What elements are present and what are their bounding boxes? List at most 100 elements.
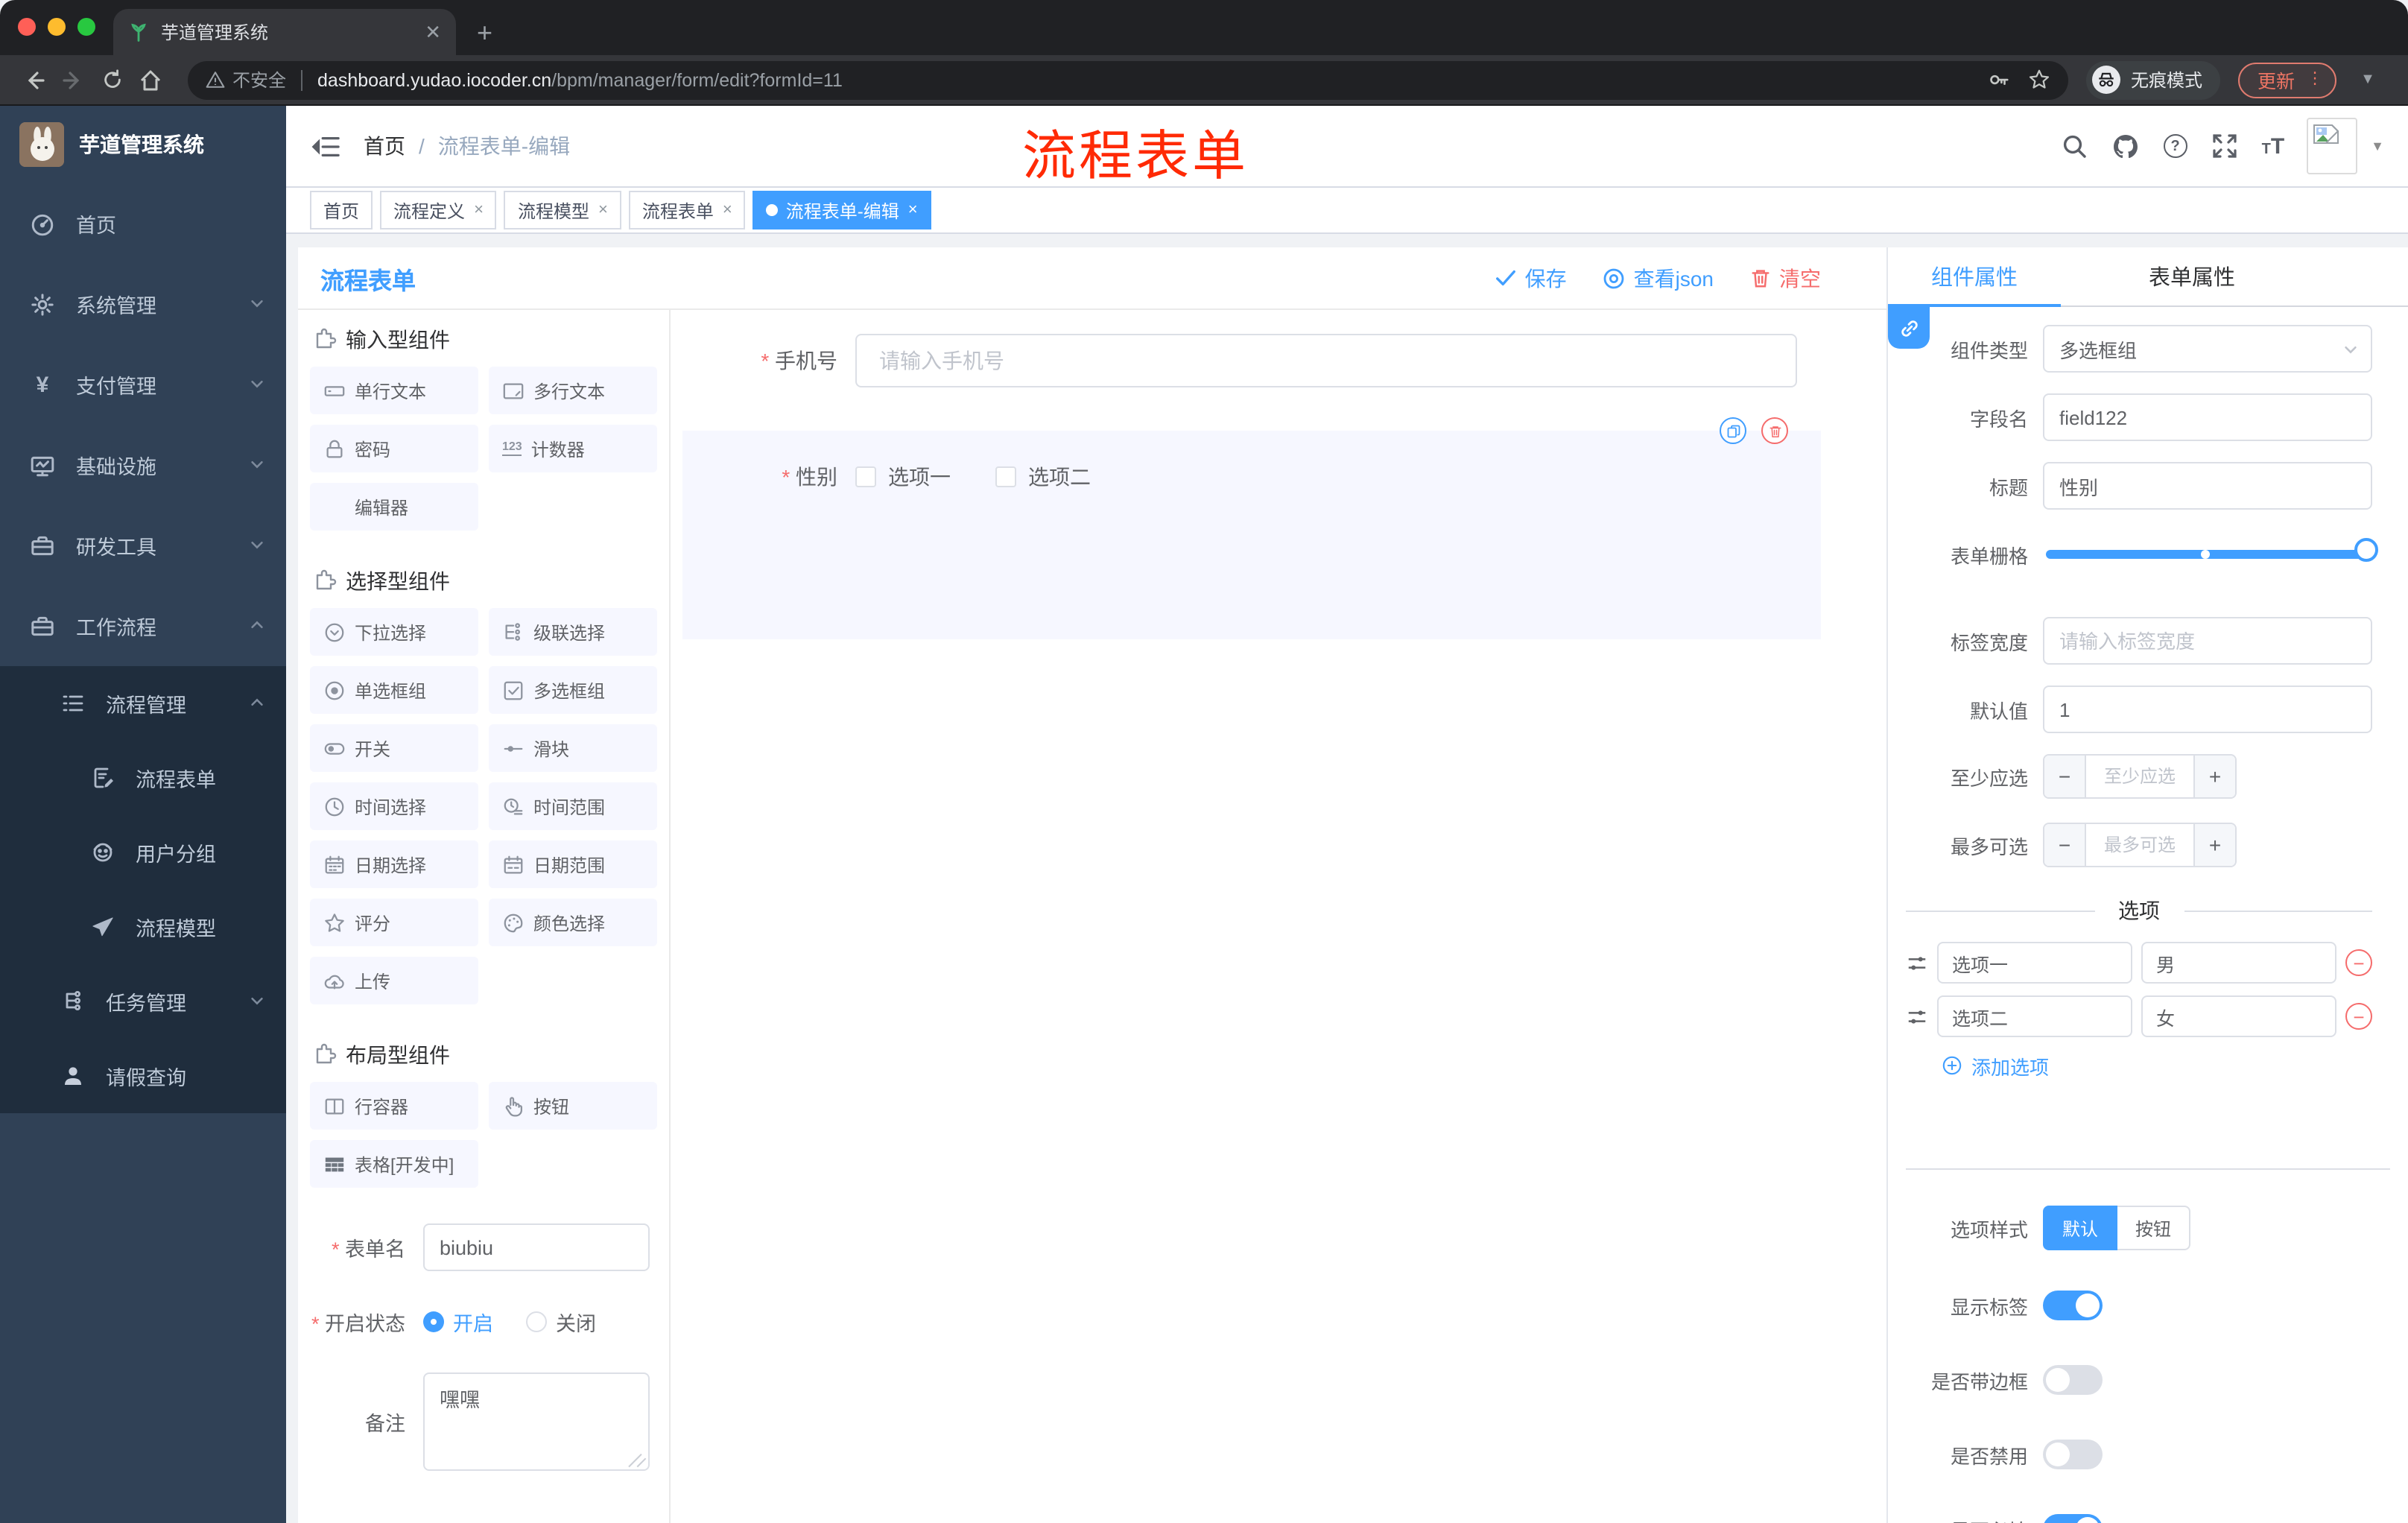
delete-component-button[interactable] xyxy=(1761,417,1788,444)
option-value-input[interactable] xyxy=(2141,995,2336,1037)
min-select-input[interactable] xyxy=(2086,756,2193,797)
border-toggle[interactable] xyxy=(2043,1365,2103,1395)
fullscreen-icon[interactable] xyxy=(2210,131,2240,161)
gender-option-1[interactable]: 选项一 xyxy=(855,462,951,492)
palette-item-editor[interactable]: 编辑器 xyxy=(310,483,478,531)
palette-item-radio-group[interactable]: 单选框组 xyxy=(310,666,478,714)
address-bar[interactable]: 不安全 dashboard.yudao.iocoder.cn/bpm/manag… xyxy=(188,60,2068,99)
palette-item-cascader[interactable]: 级联选择 xyxy=(489,608,657,656)
browser-menu-icon[interactable]: ⋮ xyxy=(2307,71,2323,88)
sidebar-item-system[interactable]: 系统管理 xyxy=(0,264,286,344)
remark-input[interactable]: 嘿嘿 xyxy=(423,1372,650,1471)
increase-button[interactable]: + xyxy=(2193,824,2235,866)
checkbox-icon[interactable] xyxy=(995,466,1016,487)
panel-link-handle[interactable] xyxy=(1888,307,1930,349)
phone-field-input[interactable] xyxy=(855,334,1797,387)
back-button[interactable] xyxy=(15,60,54,99)
phone-field-row[interactable]: 手机号 xyxy=(682,334,1797,387)
hamburger-icon[interactable] xyxy=(310,131,340,161)
window-zoom-button[interactable] xyxy=(77,18,95,36)
option-name-input[interactable] xyxy=(1937,995,2132,1037)
sidebar-item-task-mgmt[interactable]: 任务管理 xyxy=(0,964,286,1039)
forward-button[interactable] xyxy=(54,60,92,99)
label-width-input[interactable] xyxy=(2043,617,2372,665)
tab-form-props[interactable]: 表单属性 xyxy=(2061,247,2323,305)
palette-item-color-picker[interactable]: 颜色选择 xyxy=(489,899,657,946)
github-icon[interactable] xyxy=(2111,131,2141,161)
palette-item-date-picker[interactable]: 日期选择 xyxy=(310,840,478,888)
help-icon[interactable]: ? xyxy=(2163,134,2187,158)
password-key-icon[interactable] xyxy=(1988,69,2010,91)
tag-process-model[interactable]: 流程模型 × xyxy=(504,191,621,229)
gender-option-2[interactable]: 选项二 xyxy=(995,462,1091,492)
max-select-input[interactable] xyxy=(2086,824,2193,866)
breadcrumb-home[interactable]: 首页 xyxy=(364,131,405,161)
palette-item-rate[interactable]: 评分 xyxy=(310,899,478,946)
palette-item-counter[interactable]: 123 计数器 xyxy=(489,425,657,472)
avatar[interactable] xyxy=(2307,118,2358,174)
toolbar-caret-icon[interactable]: ▼ xyxy=(2360,72,2375,88)
tag-close-icon[interactable]: × xyxy=(723,201,732,219)
max-select-stepper[interactable]: − + xyxy=(2043,823,2237,867)
remove-option-button[interactable]: − xyxy=(2345,1003,2372,1030)
resize-handle[interactable] xyxy=(629,1450,647,1468)
tag-close-icon[interactable]: × xyxy=(598,201,608,219)
slider-handle[interactable] xyxy=(2354,538,2378,562)
min-select-stepper[interactable]: − + xyxy=(2043,754,2237,799)
palette-item-single-text[interactable]: 单行文本 xyxy=(310,367,478,414)
palette-item-select[interactable]: 下拉选择 xyxy=(310,608,478,656)
new-tab-button[interactable]: + xyxy=(477,19,492,46)
style-default-button[interactable]: 默认 xyxy=(2043,1206,2118,1250)
increase-button[interactable]: + xyxy=(2193,756,2235,797)
disabled-toggle[interactable] xyxy=(2043,1440,2103,1469)
tag-close-icon[interactable]: × xyxy=(908,201,918,219)
palette-item-password[interactable]: 密码 xyxy=(310,425,478,472)
option-value-input[interactable] xyxy=(2141,942,2336,984)
decrease-button[interactable]: − xyxy=(2044,824,2086,866)
sidebar-item-user-group[interactable]: 用户分组 xyxy=(0,815,286,890)
view-json-button[interactable]: 查看json xyxy=(1603,263,1714,293)
sidebar-item-process-mgmt[interactable]: 流程管理 xyxy=(0,666,286,741)
sidebar-item-payment[interactable]: ¥ 支付管理 xyxy=(0,344,286,425)
form-name-input[interactable] xyxy=(423,1223,650,1271)
window-minimize-button[interactable] xyxy=(48,18,66,36)
copy-component-button[interactable] xyxy=(1720,417,1746,444)
palette-item-textarea[interactable]: 多行文本 xyxy=(489,367,657,414)
title-input[interactable] xyxy=(2043,462,2372,510)
sidebar-item-process-form[interactable]: 流程表单 xyxy=(0,741,286,815)
tag-home[interactable]: 首页 xyxy=(310,191,373,229)
palette-item-row-container[interactable]: 行容器 xyxy=(310,1082,478,1130)
status-on-radio[interactable]: 开启 xyxy=(423,1307,493,1337)
form-grid-slider[interactable] xyxy=(2043,531,2378,578)
tag-process-form-edit[interactable]: 流程表单-编辑 × xyxy=(752,191,931,229)
window-close-button[interactable] xyxy=(18,18,36,36)
add-option-button[interactable]: 添加选项 xyxy=(1942,1052,2372,1079)
reload-button[interactable] xyxy=(92,60,131,99)
palette-item-time-range[interactable]: 时间范围 xyxy=(489,782,657,830)
style-button-button[interactable]: 按钮 xyxy=(2117,1206,2191,1250)
status-off-radio[interactable]: 关闭 xyxy=(526,1307,596,1337)
avatar-caret-icon[interactable]: ▼ xyxy=(2371,139,2384,153)
palette-item-table[interactable]: 表格[开发中] xyxy=(310,1140,478,1188)
palette-item-date-range[interactable]: 日期范围 xyxy=(489,840,657,888)
palette-item-switch[interactable]: 开关 xyxy=(310,724,478,772)
tag-close-icon[interactable]: × xyxy=(474,201,484,219)
sidebar-item-leave-query[interactable]: 请假查询 xyxy=(0,1039,286,1113)
tag-process-form[interactable]: 流程表单 × xyxy=(628,191,746,229)
drag-handle-icon[interactable] xyxy=(1906,1005,1928,1028)
search-icon[interactable] xyxy=(2059,131,2089,161)
browser-update-button[interactable]: 更新 ⋮ xyxy=(2238,62,2337,98)
required-toggle[interactable] xyxy=(2043,1514,2103,1523)
not-secure-badge[interactable]: 不安全 xyxy=(206,67,286,92)
selected-component-gender[interactable]: 性别 选项一 选项二 xyxy=(682,417,1821,639)
tag-process-definition[interactable]: 流程定义 × xyxy=(380,191,497,229)
save-button[interactable]: 保存 xyxy=(1495,263,1567,293)
show-label-toggle[interactable] xyxy=(2043,1291,2103,1320)
remove-option-button[interactable]: − xyxy=(2345,949,2372,976)
drag-handle-icon[interactable] xyxy=(1906,952,1928,974)
checkbox-icon[interactable] xyxy=(855,466,876,487)
bookmark-star-icon[interactable] xyxy=(2028,69,2050,91)
tab-close-icon[interactable]: ✕ xyxy=(425,22,441,42)
palette-item-time-picker[interactable]: 时间选择 xyxy=(310,782,478,830)
sidebar-logo[interactable]: 芋道管理系统 xyxy=(0,106,286,183)
